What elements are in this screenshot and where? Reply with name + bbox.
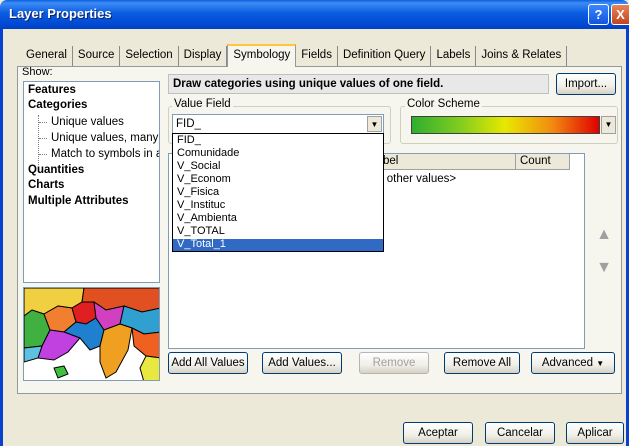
tab-labels[interactable]: Labels	[431, 46, 477, 66]
column-label[interactable]: bel	[379, 154, 516, 170]
map-preview-graphic	[24, 288, 159, 380]
window-title: Layer Properties	[9, 6, 112, 21]
advanced-button[interactable]: Advanced ▼	[531, 352, 615, 374]
down-arrow-icon[interactable]: ▼	[594, 258, 614, 278]
ok-button[interactable]: Aceptar	[403, 422, 473, 444]
tab-fields[interactable]: Fields	[296, 46, 338, 66]
add-all-values-button[interactable]: Add All Values	[168, 352, 248, 374]
add-values-button[interactable]: Add Values...	[262, 352, 342, 374]
tree-connector	[39, 122, 47, 123]
tree-item-quantities[interactable]: Quantities	[28, 164, 84, 176]
tab-symbology[interactable]: Symbology	[227, 44, 297, 67]
close-button[interactable]: X	[611, 4, 629, 25]
tree-item-multiple-attributes[interactable]: Multiple Attributes	[28, 195, 129, 207]
tree-item-features[interactable]: Features	[28, 84, 76, 96]
apply-button[interactable]: Aplicar	[566, 422, 624, 444]
show-label: Show:	[22, 66, 53, 78]
chevron-down-icon[interactable]: ▼	[367, 116, 382, 132]
tab-general[interactable]: General	[21, 46, 73, 66]
tree-connector	[39, 138, 47, 139]
tab-joins-relates[interactable]: Joins & Relates	[476, 46, 568, 66]
advanced-label: Advanced	[541, 357, 594, 369]
up-arrow-icon[interactable]: ▲	[594, 225, 614, 245]
option-v-econom[interactable]: V_Econom	[173, 174, 383, 185]
tab-strip: General Source Selection Display Symbolo…	[21, 44, 568, 67]
option-v-total[interactable]: V_TOTAL	[173, 226, 383, 237]
option-v-fisica[interactable]: V_Fisica	[173, 187, 383, 198]
renderer-description: Draw categories using unique values of o…	[168, 74, 549, 94]
value-field-select[interactable]: FID_ ▼	[172, 114, 384, 134]
title-bar: Layer Properties ? X	[0, 0, 629, 29]
chevron-down-icon: ▼	[596, 359, 605, 368]
column-count[interactable]: Count	[516, 154, 570, 170]
chevron-down-icon[interactable]: ▼	[601, 116, 616, 134]
map-preview-image	[23, 287, 160, 381]
value-field-selected: FID_	[176, 118, 201, 130]
tab-selection[interactable]: Selection	[120, 46, 179, 66]
cancel-button[interactable]: Cancelar	[485, 422, 555, 444]
option-v-social[interactable]: V_Social	[173, 161, 383, 172]
help-button[interactable]: ?	[588, 4, 609, 25]
tree-item-categories[interactable]: Categories	[28, 99, 87, 111]
import-button[interactable]: Import...	[556, 73, 616, 95]
remove-all-button[interactable]: Remove All	[444, 352, 520, 374]
tree-connector	[39, 154, 47, 155]
show-tree[interactable]: Features Categories Unique values Unique…	[23, 81, 160, 283]
tab-definition-query[interactable]: Definition Query	[338, 46, 432, 66]
color-scheme-select[interactable]	[411, 116, 600, 134]
tree-item-unique-values[interactable]: Unique values	[51, 116, 124, 128]
remove-button[interactable]: Remove	[359, 352, 429, 374]
option-v-total-1[interactable]: V_Total_1	[173, 239, 383, 251]
value-field-dropdown[interactable]: FID_ Comunidade V_Social V_Econom V_Fisi…	[172, 133, 384, 252]
value-field-label: Value Field	[172, 98, 233, 110]
option-v-instituc[interactable]: V_Instituc	[173, 200, 383, 211]
list-item[interactable]: l other values>	[381, 173, 456, 185]
option-fid[interactable]: FID_	[173, 135, 383, 146]
color-scheme-label: Color Scheme	[405, 98, 482, 110]
window-frame-left	[0, 29, 3, 446]
option-comunidade[interactable]: Comunidade	[173, 148, 383, 159]
option-v-ambienta[interactable]: V_Ambienta	[173, 213, 383, 224]
tree-item-match-symbols[interactable]: Match to symbols in a	[51, 148, 159, 160]
tab-display[interactable]: Display	[179, 46, 228, 66]
tree-item-unique-values-many[interactable]: Unique values, many f	[51, 132, 159, 144]
tab-source[interactable]: Source	[73, 46, 121, 66]
tree-item-charts[interactable]: Charts	[28, 179, 64, 191]
